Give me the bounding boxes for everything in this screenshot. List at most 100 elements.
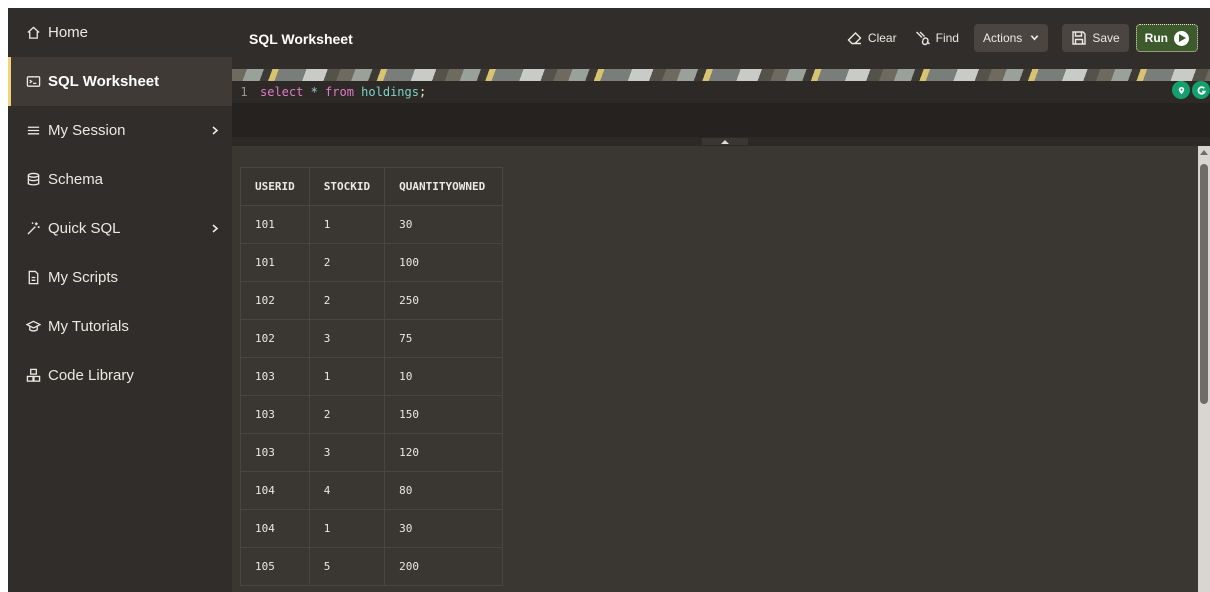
table-cell: 120 bbox=[384, 433, 504, 472]
table-cell: 1 bbox=[308, 509, 386, 548]
table-cell: 30 bbox=[384, 509, 504, 548]
table-cell: 4 bbox=[308, 471, 386, 510]
editor-line[interactable]: 1 select * from holdings; bbox=[232, 81, 1210, 103]
results-table: USERID STOCKID QUANTITYOWNED 101 1 30 101 2… bbox=[240, 167, 504, 586]
sidebar-item-label: Home bbox=[48, 24, 89, 41]
sidebar: Home SQL Worksheet My Session Schema Qui… bbox=[8, 8, 232, 592]
sidebar-item-label: My Tutorials bbox=[48, 318, 129, 335]
table-row: 102 2 250 bbox=[240, 281, 504, 320]
keyword-from: from bbox=[325, 85, 354, 99]
sidebar-item-label: SQL Worksheet bbox=[48, 73, 160, 90]
toolbar: Clear Find Actions Save Run bbox=[838, 24, 1198, 52]
sidebar-item-home[interactable]: Home bbox=[8, 8, 232, 57]
find-button[interactable]: Find bbox=[906, 24, 968, 52]
worksheet-header: SQL Worksheet Clear Find Actions Save Ru… bbox=[232, 8, 1210, 69]
splitter-handle[interactable] bbox=[702, 138, 748, 145]
pane-splitter[interactable] bbox=[232, 137, 1210, 146]
table-row: 103 1 10 bbox=[240, 357, 504, 396]
actions-label: Actions bbox=[982, 31, 1023, 45]
eraser-icon bbox=[847, 32, 862, 45]
table-cell: 30 bbox=[384, 205, 504, 244]
clear-label: Clear bbox=[867, 31, 897, 45]
line-number: 1 bbox=[240, 85, 248, 99]
scroll-thumb[interactable] bbox=[1200, 164, 1208, 404]
column-header: USERID bbox=[240, 167, 310, 206]
save-label: Save bbox=[1092, 31, 1120, 45]
table-cell: 103 bbox=[240, 357, 310, 396]
table-cell: 3 bbox=[308, 433, 386, 472]
chevron-down-icon bbox=[1022, 31, 1039, 45]
table-cell: 150 bbox=[384, 395, 504, 434]
grammarly-icon[interactable] bbox=[1192, 81, 1210, 99]
save-button[interactable]: Save bbox=[1062, 24, 1129, 52]
table-cell: 100 bbox=[384, 243, 504, 282]
table-row: 101 1 30 bbox=[240, 205, 504, 244]
editor-extension-badges bbox=[1170, 81, 1210, 99]
sidebar-item-label: Schema bbox=[48, 171, 104, 188]
results-pane: USERID STOCKID QUANTITYOWNED 101 1 30 101 2… bbox=[232, 146, 1210, 592]
table-cell: 2 bbox=[308, 243, 386, 282]
save-icon bbox=[1072, 31, 1087, 45]
location-pin-icon[interactable] bbox=[1172, 81, 1190, 99]
table-row: 103 2 150 bbox=[240, 395, 504, 434]
table-row: 104 4 80 bbox=[240, 471, 504, 510]
sidebar-item-my-scripts[interactable]: My Scripts bbox=[8, 253, 232, 302]
sidebar-item-quick-sql[interactable]: Quick SQL bbox=[8, 204, 232, 253]
clear-button[interactable]: Clear bbox=[838, 24, 906, 52]
scroll-up-arrow-icon[interactable] bbox=[1200, 150, 1208, 155]
sidebar-item-sql-worksheet[interactable]: SQL Worksheet bbox=[8, 57, 232, 106]
sidebar-item-code-library[interactable]: Code Library bbox=[8, 351, 232, 400]
wildcard-star: * bbox=[303, 85, 326, 99]
editor-code: select * from holdings; bbox=[260, 85, 426, 99]
results-scrollbar[interactable] bbox=[1198, 146, 1210, 592]
chevron-right-icon bbox=[210, 122, 220, 139]
sidebar-item-schema[interactable]: Schema bbox=[8, 155, 232, 204]
table-cell: 1 bbox=[308, 205, 386, 244]
table-cell: 1 bbox=[308, 357, 386, 396]
collapse-up-icon bbox=[721, 139, 729, 144]
table-row: 105 5 200 bbox=[240, 547, 504, 586]
home-icon bbox=[24, 24, 42, 42]
table-cell: 101 bbox=[240, 243, 310, 282]
table-cell: 200 bbox=[384, 547, 504, 586]
table-cell: 80 bbox=[384, 471, 504, 510]
table-cell: 102 bbox=[240, 281, 310, 320]
graduation-cap-icon bbox=[24, 318, 42, 336]
run-label: Run bbox=[1144, 31, 1168, 45]
statement-end: ; bbox=[418, 85, 427, 99]
table-cell: 103 bbox=[240, 395, 310, 434]
column-header: STOCKID bbox=[308, 167, 386, 206]
table-cell: 104 bbox=[240, 471, 310, 510]
column-header: QUANTITYOWNED bbox=[384, 167, 504, 206]
table-cell: 101 bbox=[240, 205, 310, 244]
main-panel: SQL Worksheet Clear Find Actions Save Ru… bbox=[232, 8, 1210, 592]
sidebar-item-label: Quick SQL bbox=[48, 220, 121, 237]
find-icon bbox=[915, 31, 930, 46]
table-cell: 2 bbox=[308, 395, 386, 434]
keyword-select: select bbox=[260, 85, 304, 99]
table-cell: 75 bbox=[384, 319, 504, 358]
run-button[interactable]: Run bbox=[1135, 24, 1198, 52]
sidebar-item-my-session[interactable]: My Session bbox=[8, 106, 232, 155]
play-icon bbox=[1174, 30, 1189, 46]
find-label: Find bbox=[935, 31, 959, 45]
sidebar-item-my-tutorials[interactable]: My Tutorials bbox=[8, 302, 232, 351]
table-cell: 2 bbox=[308, 281, 386, 320]
menu-lines-icon bbox=[24, 122, 42, 140]
sidebar-item-label: My Scripts bbox=[48, 269, 119, 286]
page-title: SQL Worksheet bbox=[249, 30, 353, 47]
table-cell: 105 bbox=[240, 547, 310, 586]
actions-menu-button[interactable]: Actions bbox=[973, 24, 1049, 52]
table-cell: 104 bbox=[240, 509, 310, 548]
table-cell: 250 bbox=[384, 281, 504, 320]
document-icon bbox=[24, 269, 42, 287]
table-name: holdings bbox=[353, 85, 419, 99]
table-row: 103 3 120 bbox=[240, 433, 504, 472]
table-header-row: USERID STOCKID QUANTITYOWNED bbox=[240, 167, 504, 206]
chevron-right-icon bbox=[210, 220, 220, 237]
sql-editor[interactable]: 1 select * from holdings; bbox=[232, 81, 1210, 137]
table-row: 102 3 75 bbox=[240, 319, 504, 358]
sidebar-item-label: My Session bbox=[48, 122, 126, 139]
decorative-pattern-band bbox=[232, 69, 1210, 81]
magic-wand-icon bbox=[24, 220, 42, 238]
